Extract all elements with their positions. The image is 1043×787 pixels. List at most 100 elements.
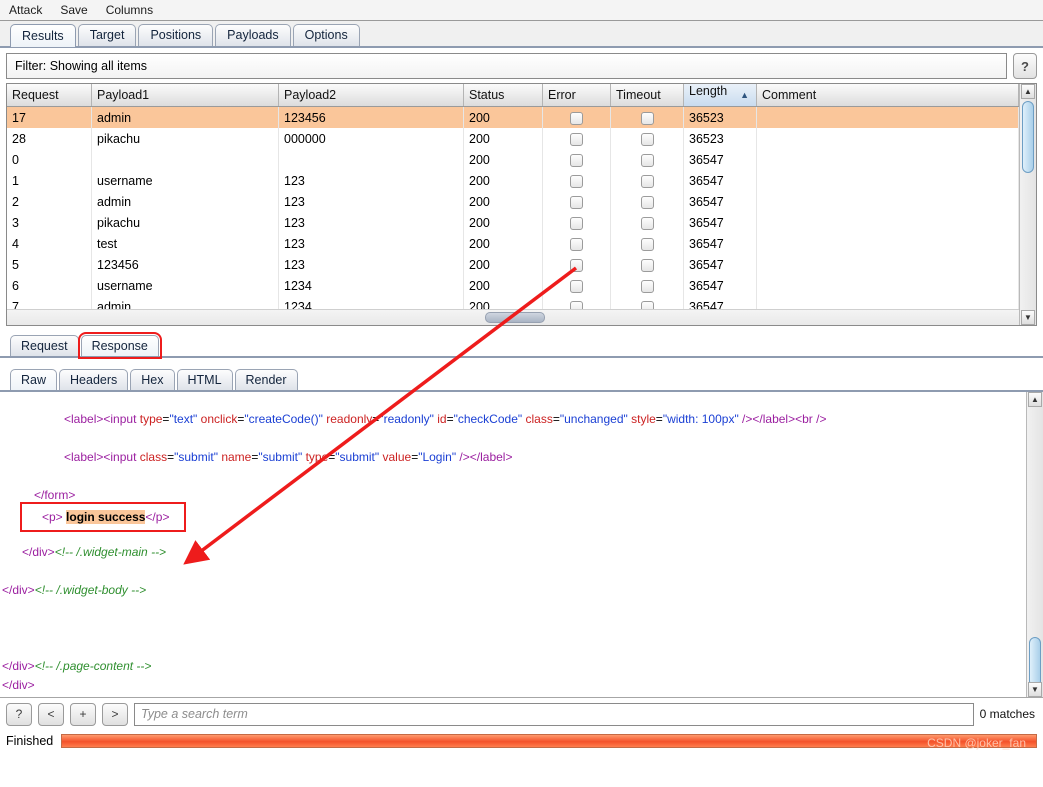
checkbox-icon[interactable] [570,258,583,272]
results-horizontal-scroll-thumb[interactable] [485,312,545,323]
search-next-icon[interactable]: > [102,702,128,726]
code-tag-label-close-2: /></label> [456,450,513,464]
attr-type-value-2: "submit" [335,450,380,464]
column-header-status[interactable]: Status [463,84,543,107]
tab-headers[interactable]: Headers [59,369,129,390]
search-add-icon[interactable]: + [70,702,96,726]
column-header-timeout[interactable]: Timeout [610,84,684,107]
help-icon[interactable]: ? [1013,53,1037,79]
cell-timeout[interactable] [610,106,684,128]
table-row[interactable]: 4 test 123 200 36547 [7,233,1019,254]
checkbox-icon[interactable] [640,195,654,209]
column-header-payload1[interactable]: Payload1 [91,84,279,107]
cell-error[interactable] [542,170,611,191]
checkbox-icon[interactable] [570,111,583,125]
tab-options[interactable]: Options [292,24,360,46]
checkbox-icon[interactable] [640,258,654,272]
tab-request[interactable]: Request [10,335,79,356]
cell-error[interactable] [542,233,611,254]
cell-error[interactable] [542,128,611,149]
response-raw-text[interactable]: <label><input type="text" onclick="creat… [0,392,1026,697]
scroll-up-icon[interactable]: ▲ [1021,84,1035,99]
cell-comment [756,149,1019,170]
response-vertical-scroll-thumb[interactable] [1029,637,1041,687]
checkbox-icon[interactable] [640,174,654,188]
column-header-length[interactable]: Length ▲ [683,84,757,107]
checkbox-icon[interactable] [570,279,583,293]
column-header-comment[interactable]: Comment [756,84,1019,107]
checkbox-icon[interactable] [640,279,654,293]
table-row[interactable]: 0 200 36547 [7,149,1019,170]
cell-request: 3 [7,212,92,233]
checkbox-icon[interactable] [570,216,583,230]
tab-target[interactable]: Target [77,24,137,46]
menu-item-save[interactable]: Save [57,2,90,18]
table-row[interactable]: 17 admin 123456 200 36523 [7,106,1019,128]
response-scroll-down-icon[interactable]: ▼ [1028,682,1042,697]
cell-payload1: username [91,275,279,296]
attr-id: id [437,412,447,426]
cell-timeout[interactable] [610,275,684,296]
results-table-body: 17 admin 123456 200 36523 28 pikachu 000000 200 3… [7,106,1019,317]
tab-html[interactable]: HTML [176,369,233,390]
checkbox-icon[interactable] [640,216,654,230]
tab-positions[interactable]: Positions [138,24,214,46]
tab-render[interactable]: Render [234,369,298,390]
cell-error[interactable] [542,106,611,128]
column-header-payload2[interactable]: Payload2 [278,84,464,107]
table-row[interactable]: 5 123456 123 200 36547 [7,254,1019,275]
results-horizontal-scrollbar[interactable] [7,309,1036,325]
tab-response[interactable]: Response [77,332,162,359]
menu-item-attack[interactable]: Attack [6,2,45,18]
checkbox-icon[interactable] [640,153,654,167]
search-previous-icon[interactable]: < [38,702,64,726]
checkbox-icon[interactable] [570,153,583,167]
checkbox-icon[interactable] [570,174,583,188]
cell-timeout[interactable] [610,170,684,191]
results-vertical-scrollbar[interactable]: ▲ ▼ [1019,84,1036,325]
table-row[interactable]: 28 pikachu 000000 200 36523 [7,128,1019,149]
cell-request: 2 [7,191,92,212]
watermark-text: CSDN @joker_fan [927,736,1026,750]
search-help-icon[interactable]: ? [6,702,32,726]
tab-payloads[interactable]: Payloads [215,24,291,46]
cell-timeout[interactable] [610,149,684,170]
cell-error[interactable] [542,212,611,233]
search-input[interactable]: Type a search term [134,702,974,726]
response-scroll-up-icon[interactable]: ▲ [1028,392,1042,407]
checkbox-icon[interactable] [640,132,654,146]
checkbox-icon[interactable] [570,237,583,251]
results-table: Request Payload1 Payload2 Status Error T… [7,84,1019,317]
checkbox-icon[interactable] [570,195,583,209]
column-header-error[interactable]: Error [542,84,611,107]
table-row[interactable]: 1 username 123 200 36547 [7,170,1019,191]
code-tag-div-close-3: </div> [2,659,35,673]
tab-hex[interactable]: Hex [130,369,175,390]
results-vertical-scroll-thumb[interactable] [1022,101,1034,173]
cell-error[interactable] [542,254,611,275]
cell-timeout[interactable] [610,254,684,275]
cell-error[interactable] [542,191,611,212]
response-code-line-1: <label><input type="text" onclick="creat… [64,412,827,426]
table-row[interactable]: 3 pikachu 123 200 36547 [7,212,1019,233]
checkbox-icon[interactable] [640,111,654,125]
column-header-request[interactable]: Request [7,84,92,107]
menu-item-columns[interactable]: Columns [103,2,156,18]
tab-raw[interactable]: Raw [10,369,58,390]
cell-timeout[interactable] [610,128,684,149]
table-row[interactable]: 2 admin 123 200 36547 [7,191,1019,212]
cell-timeout[interactable] [610,191,684,212]
checkbox-icon[interactable] [570,132,583,146]
filter-bar[interactable]: Filter: Showing all items [6,53,1007,79]
response-viewer: <label><input type="text" onclick="creat… [0,392,1043,698]
cell-timeout[interactable] [610,233,684,254]
checkbox-icon[interactable] [640,237,654,251]
cell-error[interactable] [542,149,611,170]
response-vertical-scrollbar[interactable]: ▲ ▼ [1026,392,1043,697]
table-row[interactable]: 6 username 1234 200 36547 [7,275,1019,296]
response-code-line-page-content: </div><!-- /.page-content --> [2,659,151,673]
cell-timeout[interactable] [610,212,684,233]
scroll-down-icon[interactable]: ▼ [1021,310,1035,325]
tab-results[interactable]: Results [10,24,76,47]
cell-error[interactable] [542,275,611,296]
